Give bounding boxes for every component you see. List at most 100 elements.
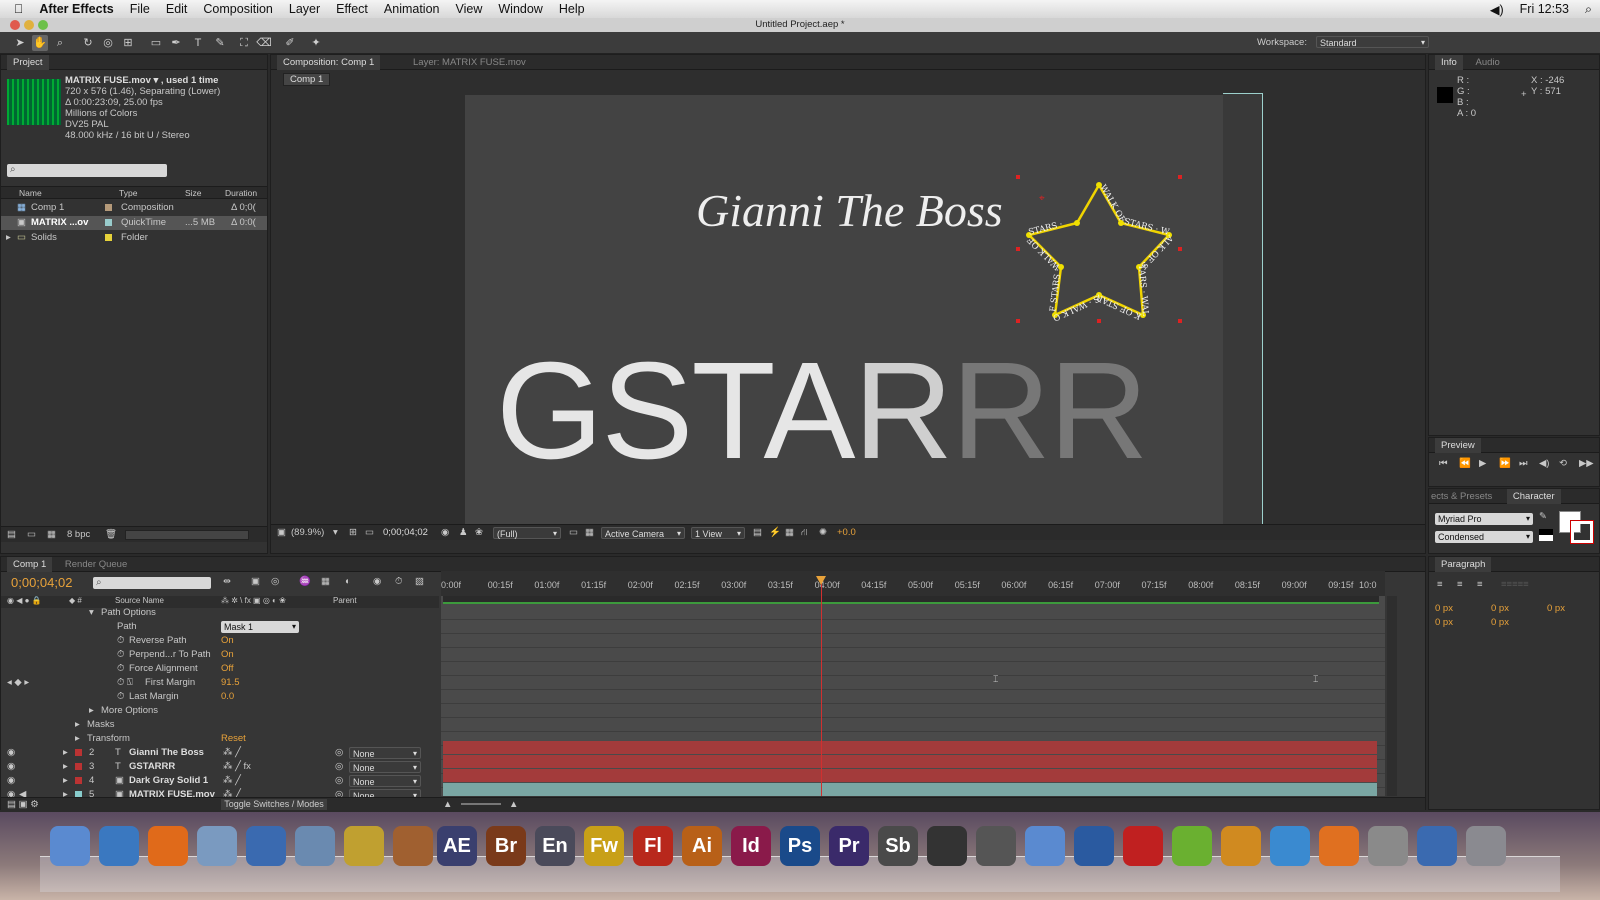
layer-duration-bar[interactable] <box>443 783 1377 796</box>
trash-icon[interactable]: 🗑 <box>105 529 117 540</box>
brush-tool-icon[interactable]: ✎ <box>212 35 228 51</box>
stopwatch-icon[interactable]: ⏱ <box>117 690 124 704</box>
brainstorm-icon[interactable]: ▧ <box>415 576 424 587</box>
quicktime-icon[interactable] <box>1417 826 1457 866</box>
minimize-window-button[interactable] <box>24 20 34 30</box>
property-value[interactable]: On <box>221 648 234 662</box>
stopwatch-icon[interactable]: ⏱ <box>117 648 124 662</box>
menu-view[interactable]: View <box>448 2 491 16</box>
tab-composition[interactable]: Composition: Comp 1 <box>277 55 381 70</box>
volume-icon[interactable]: ◀) <box>1482 2 1512 17</box>
comp-timecode[interactable]: 0;00;04;02 <box>383 527 428 538</box>
project-item[interactable]: ▸ ▭ Solids Folder <box>1 231 267 245</box>
next-frame-icon[interactable]: ⏩ <box>1499 458 1511 469</box>
disclosure-triangle-open-icon[interactable]: ▾ <box>89 606 94 620</box>
frame-blending-icon[interactable]: ▦ <box>321 576 330 587</box>
disclosure-triangle-icon[interactable]: ▸ <box>63 774 68 788</box>
puppet-pin-tool-icon[interactable]: ✦ <box>308 35 324 51</box>
property-row[interactable]: ▸ More Options <box>1 704 439 718</box>
rectangle-tool-icon[interactable]: ▭ <box>148 35 164 51</box>
garageband-icon[interactable] <box>393 826 433 866</box>
apple-menu-icon[interactable]:  <box>0 2 31 16</box>
current-time-indicator[interactable] <box>821 578 822 796</box>
pickwhip-icon[interactable]: ◎ <box>335 774 343 788</box>
channel-icon[interactable]: ❀ <box>475 527 483 538</box>
column-duration[interactable]: Duration <box>225 188 257 198</box>
draft-3d-icon[interactable]: ◎ <box>271 576 279 587</box>
star-path-layer[interactable]: WALK OF STARS · WALK OF STARS · WALK OF … <box>991 169 1191 339</box>
dock-app-fl-icon[interactable]: Fl <box>633 826 673 866</box>
property-row[interactable]: ⏱ ⍂ First Margin 91.5 ◂ ◆ ▸ <box>1 676 439 690</box>
snapshot-icon[interactable]: ◉ <box>441 527 449 538</box>
stopwatch-icon[interactable]: ⏱ ⍂ <box>117 676 133 690</box>
disclosure-triangle-icon[interactable]: ▸ <box>6 231 11 245</box>
footage-name[interactable]: MATRIX FUSE.mov ▾ , used 1 time <box>65 75 218 86</box>
eraser-tool-icon[interactable]: ⌫ <box>256 35 272 51</box>
property-value[interactable]: 0.0 <box>221 690 234 704</box>
column-source-name[interactable]: Source Name <box>115 596 164 605</box>
horizontal-scrollbar[interactable] <box>125 530 249 540</box>
tab-layer[interactable]: Layer: MATRIX FUSE.mov <box>413 57 526 68</box>
visibility-eye-icon[interactable]: ◉ <box>7 760 15 774</box>
label-color-swatch[interactable] <box>75 777 82 784</box>
webcam-icon[interactable] <box>927 826 967 866</box>
parent-dropdown[interactable]: None <box>349 775 421 788</box>
live-update-icon[interactable]: ▣ <box>251 576 260 587</box>
project-item[interactable]: ▣ MATRIX ...ov QuickTime ...5 MB Δ 0:0( <box>1 216 267 230</box>
timeline-tracks[interactable]: ⌶ ⌶ <box>441 576 1385 802</box>
safe-zones-icon[interactable]: ⊞ <box>349 527 357 538</box>
preview-icon[interactable] <box>197 826 237 866</box>
menubar-clock[interactable]: Fri 12:53 <box>1512 2 1577 16</box>
zoom-out-icon[interactable]: ▲ <box>443 799 452 810</box>
zoom-tool-icon[interactable]: ⌕ <box>52 35 68 51</box>
menu-file[interactable]: File <box>122 2 158 16</box>
tab-info[interactable]: Info <box>1435 55 1463 70</box>
dock-app-fw-icon[interactable]: Fw <box>584 826 624 866</box>
keyframe-icon[interactable]: ⌶ <box>1313 674 1318 685</box>
region-of-interest-icon[interactable]: ▭ <box>569 527 578 538</box>
type-tool-icon[interactable]: T <box>190 35 206 51</box>
comp-mini-flowchart-icon[interactable]: ⇹ <box>223 576 231 587</box>
dock-app-ps-icon[interactable]: Ps <box>780 826 820 866</box>
align-center-icon[interactable]: ≡ <box>1457 579 1463 590</box>
layer-row[interactable]: ◉ ▸ 4 ▣ Dark Gray Solid 1 ⁂ ╱ ◎ None <box>1 774 439 788</box>
property-row[interactable]: ⏱ Perpend...r To Path On <box>1 648 439 662</box>
work-area-bar[interactable] <box>443 596 1379 604</box>
layer-name[interactable]: Dark Gray Solid 1 <box>129 774 208 788</box>
app-p-icon[interactable] <box>1221 826 1261 866</box>
shy-layers-icon[interactable]: ♒ <box>299 576 311 587</box>
space-before-value[interactable]: 0 px <box>1435 617 1453 628</box>
layer-name[interactable]: GSTARRR <box>129 760 175 774</box>
app-menu[interactable]: After Effects <box>31 2 121 16</box>
selection-tool-icon[interactable]: ➤ <box>12 35 28 51</box>
keyframe-navigator-icon[interactable]: ◂ ◆ ▸ <box>7 676 29 690</box>
expand-layer-switches-icon[interactable]: ▤ ▣ ⚙ <box>7 799 39 810</box>
indent-first-value[interactable]: 0 px <box>1547 603 1565 614</box>
rotate-tool-icon[interactable]: ↻ <box>80 35 96 51</box>
view-layout-dropdown[interactable]: 1 View <box>691 527 745 540</box>
always-preview-icon[interactable]: ▣ <box>277 527 286 538</box>
app-w-icon[interactable] <box>1270 826 1310 866</box>
last-frame-icon[interactable]: ⏭ <box>1519 458 1528 469</box>
pickwhip-icon[interactable]: ◎ <box>335 760 343 774</box>
zoom-level[interactable]: (89.9%) <box>291 527 324 538</box>
property-row[interactable]: ⏱ Force Alignment Off <box>1 662 439 676</box>
exposure-value[interactable]: +0.0 <box>837 527 856 538</box>
loop-icon[interactable]: ⟲ <box>1559 458 1567 469</box>
transparency-grid-icon[interactable]: ▦ <box>585 527 594 538</box>
ram-preview-icon[interactable]: ▶▶ <box>1579 458 1594 469</box>
hand-tool-icon[interactable]: ✋ <box>32 35 48 51</box>
black-white-swatch[interactable] <box>1539 529 1553 541</box>
type-tool-app-icon[interactable] <box>1074 826 1114 866</box>
property-row[interactable]: ⏱ Last Margin 0.0 <box>1 690 439 704</box>
disclosure-triangle-icon[interactable]: ▸ <box>89 704 94 718</box>
timeline-search-input[interactable]: ⌕ <box>93 577 211 589</box>
tab-comp-timeline[interactable]: Comp 1 <box>7 557 53 572</box>
indent-left-value[interactable]: 0 px <box>1435 603 1453 614</box>
stroke-color-swatch[interactable] <box>1570 520 1594 544</box>
acrobat-icon[interactable] <box>1123 826 1163 866</box>
interpret-footage-icon[interactable]: ▤ <box>7 529 16 540</box>
disclosure-triangle-icon[interactable]: ▸ <box>75 732 80 746</box>
visibility-eye-icon[interactable]: ◉ <box>7 774 15 788</box>
zoom-window-button[interactable] <box>38 20 48 30</box>
